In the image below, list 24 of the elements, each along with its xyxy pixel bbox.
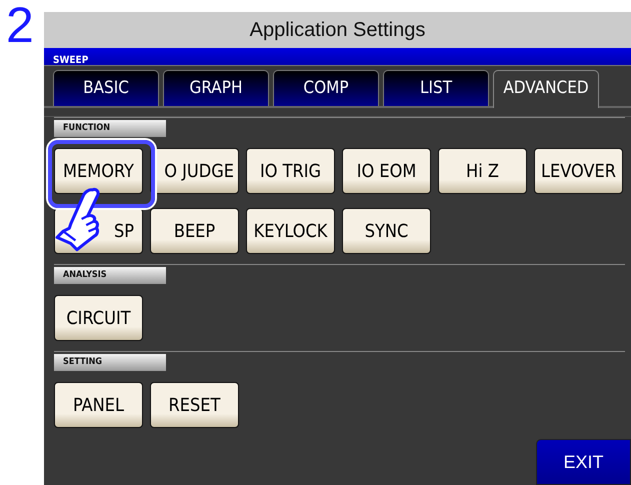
function-button[interactable]: CIRCUIT xyxy=(54,295,143,341)
function-button[interactable]: O JUDGE xyxy=(150,148,239,194)
function-button[interactable]: MEMORY xyxy=(54,148,143,194)
exit-button[interactable]: EXIT xyxy=(536,439,631,485)
step-number: 2 xyxy=(5,0,35,55)
function-button[interactable]: IO TRIG xyxy=(246,148,335,194)
tab[interactable]: GRAPH xyxy=(163,70,269,106)
section-label: SETTING xyxy=(54,354,166,371)
window-title: Application Settings xyxy=(44,12,631,48)
function-button[interactable]: IO EOM xyxy=(342,148,431,194)
function-button[interactable]: SYNC xyxy=(342,208,431,254)
tab[interactable]: COMP xyxy=(273,70,379,106)
section-label: ANALYSIS xyxy=(54,267,166,284)
function-button[interactable]: PANEL xyxy=(54,382,143,428)
function-button[interactable]: Hi Z xyxy=(438,148,527,194)
function-button[interactable]: RESET xyxy=(150,382,239,428)
tab[interactable]: BASIC xyxy=(53,70,159,106)
section-label: FUNCTION xyxy=(54,120,166,137)
function-button[interactable]: KEYLOCK xyxy=(246,208,335,254)
tab[interactable]: ADVANCED xyxy=(493,70,599,108)
function-button[interactable]: LEVOVER xyxy=(534,148,623,194)
mode-label: SWEEP xyxy=(53,55,88,66)
tab[interactable]: LIST xyxy=(383,70,489,106)
function-button[interactable]: BEEP xyxy=(150,208,239,254)
